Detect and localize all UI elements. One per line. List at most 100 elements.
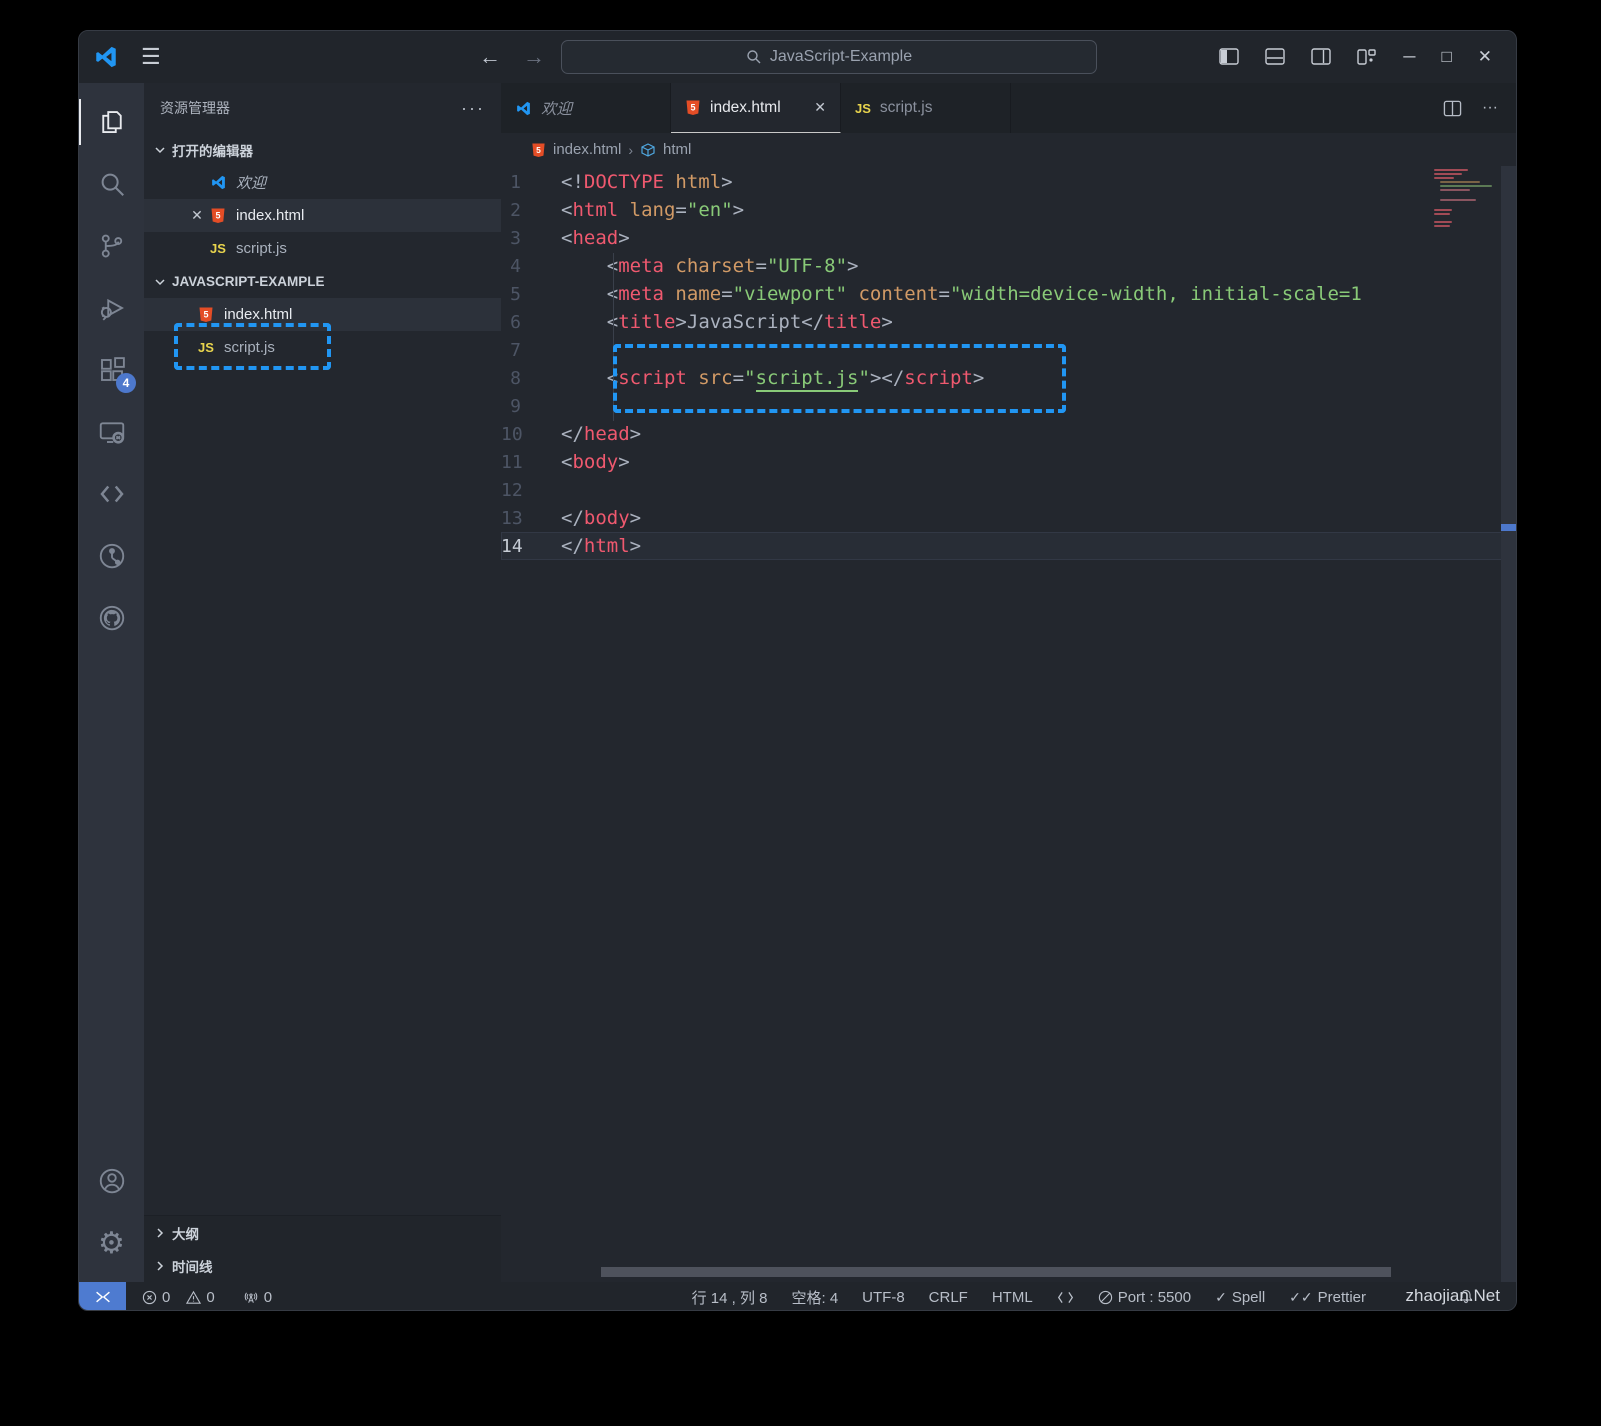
open-editors-header[interactable]: 打开的编辑器: [144, 133, 501, 166]
warning-icon: [186, 1290, 201, 1305]
tree-item-index-html[interactable]: 5 index.html: [144, 298, 501, 331]
cursor-position-marker: [1501, 524, 1516, 531]
code-line[interactable]: 2<html lang="en">: [501, 196, 1516, 224]
back-icon[interactable]: ←: [479, 44, 501, 70]
cursor-position[interactable]: 行 14 , 列 8: [692, 1287, 768, 1308]
line-number: 2: [501, 200, 561, 221]
line-number: 5: [501, 284, 561, 305]
code-line[interactable]: 14</html>: [501, 532, 1516, 560]
sidebar-more-actions[interactable]: ···: [461, 98, 485, 119]
source-control-icon[interactable]: [79, 215, 144, 277]
language-mode[interactable]: HTML: [992, 1289, 1033, 1306]
activity-bar: 4 ⚙: [79, 83, 144, 1282]
error-icon: [142, 1290, 157, 1305]
problems-warnings[interactable]: 0: [186, 1289, 214, 1306]
account-icon[interactable]: [79, 1150, 144, 1212]
code-graph-icon[interactable]: [79, 525, 144, 587]
svg-text:5: 5: [536, 145, 541, 155]
tab-index-html[interactable]: 5 index.html ✕: [671, 83, 841, 133]
outline-section[interactable]: 大纲: [144, 1216, 501, 1249]
breadcrumb-file[interactable]: index.html: [553, 141, 621, 158]
svg-text:5: 5: [215, 211, 220, 221]
customize-layout-icon[interactable]: [1357, 47, 1377, 67]
spell-checker[interactable]: ✓ Spell: [1215, 1289, 1265, 1306]
tab-welcome[interactable]: 欢迎: [501, 83, 671, 133]
chevron-down-icon: [152, 142, 168, 158]
explorer-icon[interactable]: [79, 91, 144, 153]
code-line[interactable]: 8 <script src="script.js"></script>: [501, 364, 1516, 392]
line-number: 13: [501, 508, 561, 529]
remote-indicator[interactable]: [79, 1282, 126, 1311]
tab-script-js[interactable]: JS script.js: [841, 83, 1011, 133]
line-number: 8: [501, 368, 561, 389]
forward-icon[interactable]: →: [523, 44, 545, 70]
toggle-secondary-sidebar-icon[interactable]: [1311, 47, 1331, 67]
run-and-debug-icon[interactable]: [79, 277, 144, 339]
github-icon[interactable]: [79, 587, 144, 649]
open-editor-index-html[interactable]: ✕ 5 index.html: [144, 199, 501, 232]
code-line[interactable]: 4 <meta charset="UTF-8">: [501, 252, 1516, 280]
breadcrumb-symbol[interactable]: html: [663, 141, 691, 158]
timeline-section[interactable]: 时间线: [144, 1249, 501, 1282]
code-line[interactable]: 6 <title>JavaScript</title>: [501, 308, 1516, 336]
code-line[interactable]: 11<body>: [501, 448, 1516, 476]
code-line[interactable]: 5 <meta name="viewport" content="width=d…: [501, 280, 1516, 308]
search-value: JavaScript-Example: [770, 48, 912, 66]
forwarded-ports[interactable]: 0: [243, 1289, 272, 1306]
code-line[interactable]: 9: [501, 392, 1516, 420]
code-text: </body>: [561, 507, 641, 529]
svg-text:5: 5: [203, 310, 208, 320]
broadcast-icon: [243, 1290, 259, 1305]
close-button[interactable]: ✕: [1478, 47, 1492, 67]
menu-icon[interactable]: ☰: [141, 44, 161, 70]
html5-file-icon: 5: [685, 99, 701, 116]
indentation[interactable]: 空格: 4: [791, 1287, 838, 1308]
html5-file-icon: 5: [208, 207, 228, 225]
line-number: 14: [501, 536, 561, 557]
live-server-icon[interactable]: [79, 463, 144, 525]
prettier-formatter[interactable]: ✓✓ Prettier: [1289, 1289, 1366, 1306]
code-line[interactable]: 13</body>: [501, 504, 1516, 532]
extensions-icon[interactable]: 4: [79, 339, 144, 401]
minimize-button[interactable]: ─: [1403, 47, 1415, 67]
brackets-icon[interactable]: [1057, 1290, 1074, 1305]
search-sidebar-icon[interactable]: [79, 153, 144, 215]
close-icon[interactable]: ✕: [186, 207, 208, 224]
code-text: <script src="script.js"></script>: [561, 367, 984, 389]
line-number: 3: [501, 228, 561, 249]
breadcrumb[interactable]: 5 index.html › html: [501, 133, 1516, 166]
tree-item-script-js[interactable]: JS script.js: [144, 331, 501, 364]
code-line[interactable]: 3<head>: [501, 224, 1516, 252]
code-area[interactable]: 1<!DOCTYPE html>2<html lang="en">3<head>…: [501, 166, 1516, 1282]
split-editor-icon[interactable]: [1443, 99, 1462, 118]
toggle-sidebar-icon[interactable]: [1219, 47, 1239, 67]
maximize-button[interactable]: □: [1441, 47, 1451, 67]
eol-sequence[interactable]: CRLF: [929, 1289, 968, 1306]
open-editor-welcome[interactable]: 欢迎: [144, 166, 501, 199]
horizontal-scrollbar[interactable]: [601, 1267, 1391, 1277]
minimap[interactable]: [1428, 167, 1501, 1282]
overview-ruler[interactable]: [1501, 166, 1516, 1282]
remote-explorer-icon[interactable]: [79, 401, 144, 463]
indent-guide: [613, 253, 614, 421]
code-text: </html>: [561, 535, 641, 557]
toggle-panel-icon[interactable]: [1265, 47, 1285, 67]
code-text: <!DOCTYPE html>: [561, 171, 733, 193]
problems-errors[interactable]: 0: [142, 1289, 170, 1306]
encoding[interactable]: UTF-8: [862, 1289, 905, 1306]
close-icon[interactable]: ✕: [814, 99, 826, 116]
watermark: zhaojian.Net: [1405, 1286, 1500, 1306]
line-number: 6: [501, 312, 561, 333]
settings-gear-icon[interactable]: ⚙: [79, 1212, 144, 1274]
code-line[interactable]: 7: [501, 336, 1516, 364]
svg-text:5: 5: [690, 103, 695, 113]
code-line[interactable]: 10</head>: [501, 420, 1516, 448]
editor-more-actions[interactable]: ···: [1482, 99, 1498, 117]
command-center-search[interactable]: JavaScript-Example: [561, 40, 1097, 74]
live-server-port[interactable]: Port : 5500: [1098, 1289, 1191, 1306]
code-line[interactable]: 12: [501, 476, 1516, 504]
code-line[interactable]: 1<!DOCTYPE html>: [501, 168, 1516, 196]
project-folder-header[interactable]: JAVASCRIPT-EXAMPLE: [144, 265, 501, 298]
js-file-icon: JS: [208, 240, 228, 258]
open-editor-script-js[interactable]: JS script.js: [144, 232, 501, 265]
